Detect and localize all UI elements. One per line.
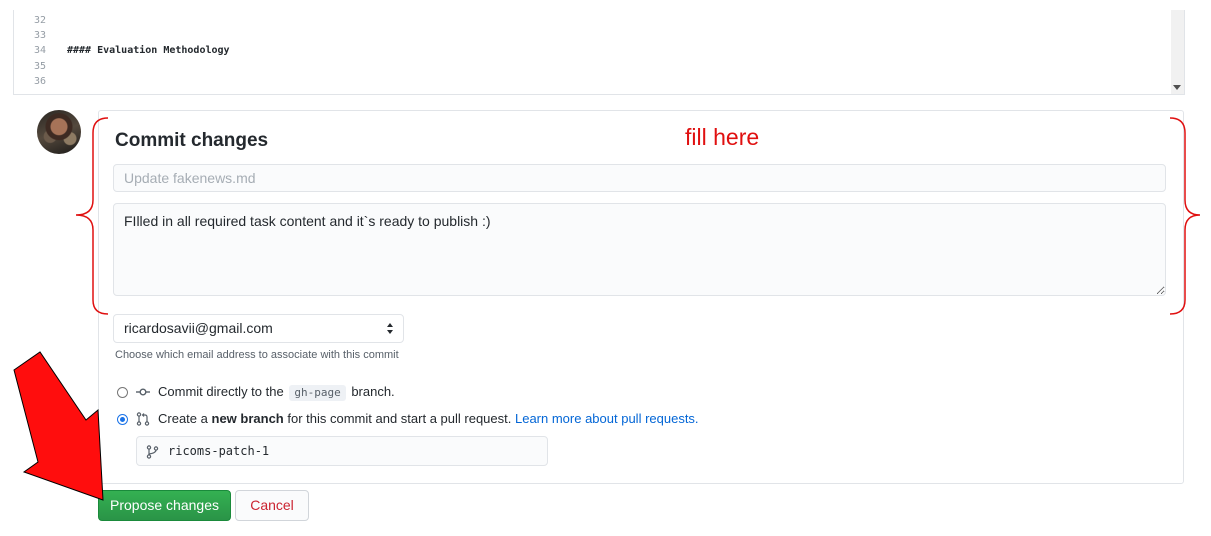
- git-commit-icon: [136, 388, 150, 396]
- commit-direct-radio[interactable]: [117, 387, 128, 398]
- editor-scrollbar[interactable]: [1171, 10, 1184, 94]
- email-hint: Choose which email address to associate …: [115, 349, 399, 361]
- line-number: 35: [33, 61, 46, 72]
- line-number: 36: [33, 76, 46, 87]
- cancel-button[interactable]: Cancel: [235, 490, 309, 521]
- git-branch-icon: [146, 445, 159, 459]
- line-number: 32: [33, 15, 46, 26]
- new-branch-label: Create a new branch for this commit and …: [158, 410, 699, 428]
- commit-direct-prefix: Commit directly to the: [158, 384, 284, 399]
- branch-name-value: ricoms-patch-1: [168, 444, 270, 458]
- commit-description-textarea[interactable]: [113, 203, 1166, 296]
- line-number: 33: [33, 30, 46, 41]
- branch-name-pill: gh-page: [289, 385, 346, 401]
- annotation-text: fill here: [685, 124, 760, 150]
- git-pull-request-icon: [136, 412, 150, 426]
- code-editor[interactable]: 32 33 34 #### Evaluation Methodology 35 …: [13, 10, 1185, 95]
- commit-direct-label: Commit directly to the gh-page branch.: [158, 383, 395, 401]
- avatar: [37, 110, 81, 154]
- learn-more-link[interactable]: Learn more about pull requests.: [515, 411, 699, 426]
- new-branch-bold: new branch: [211, 411, 284, 426]
- arrow-icon: [13, 351, 104, 501]
- new-branch-prefix: Create a: [158, 411, 208, 426]
- commit-summary-input[interactable]: [113, 164, 1166, 192]
- new-branch-suffix: for this commit and start a pull request…: [287, 411, 512, 426]
- commit-direct-suffix: branch.: [351, 384, 395, 399]
- email-select-value: ricardosavii@gmail.com: [124, 320, 273, 336]
- propose-changes-button[interactable]: Propose changes: [98, 490, 231, 521]
- email-select[interactable]: ricardosavii@gmail.com: [113, 314, 404, 343]
- scroll-down-arrow-icon[interactable]: [1173, 85, 1181, 90]
- commit-title: Commit changes: [115, 130, 269, 151]
- line-number: 34: [33, 45, 46, 56]
- new-branch-radio[interactable]: [117, 414, 128, 425]
- branch-name-input[interactable]: ricoms-patch-1: [136, 436, 548, 466]
- line-code: #### Evaluation Methodology: [67, 45, 230, 56]
- select-updown-icon: [387, 323, 394, 335]
